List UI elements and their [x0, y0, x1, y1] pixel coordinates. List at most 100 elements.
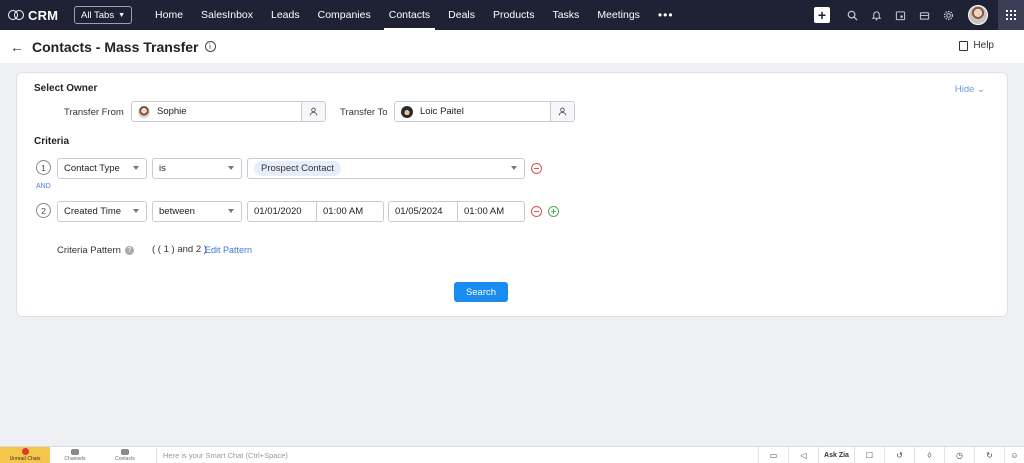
user-picker-icon[interactable]: [301, 102, 325, 121]
to-date-input[interactable]: 01/05/2024: [389, 202, 457, 221]
contacts-label: Contacts: [115, 455, 135, 462]
remove-criteria-2-icon[interactable]: [531, 206, 542, 217]
search-button[interactable]: Search: [454, 282, 508, 302]
tab-home[interactable]: Home: [146, 0, 192, 30]
criteria-pattern-value: ( ( 1 ) and 2 ): [152, 244, 207, 255]
screen-share-icon[interactable]: ▭: [758, 447, 788, 463]
from-date-input[interactable]: 01/01/2020: [248, 202, 316, 221]
chat-icon: [21, 448, 29, 455]
contacts-icon: [121, 448, 129, 455]
crm-logo[interactable]: CRM: [8, 8, 64, 23]
help-label: Help: [973, 40, 994, 51]
bell-icon[interactable]: [864, 0, 888, 30]
bottom-chat-bar: Unread Chats Channels Contacts Here is y…: [0, 446, 1024, 463]
chevron-down-icon: ▼: [118, 11, 126, 19]
zia-icon[interactable]: ◊: [914, 447, 944, 463]
transfer-to-value: Loic Paitel: [420, 106, 464, 117]
tab-salesinbox[interactable]: SalesInbox: [192, 0, 262, 30]
transfer-from-value: Sophie: [157, 106, 187, 117]
channels-label: Channels: [64, 455, 86, 462]
loic-avatar: [401, 105, 413, 118]
help-button[interactable]: Help: [959, 40, 994, 51]
feedback-icon[interactable]: ☺: [1004, 447, 1024, 463]
book-icon: [959, 40, 969, 51]
contacts-chat-button[interactable]: Contacts: [100, 447, 150, 463]
alarm-clock-icon[interactable]: ◷: [944, 447, 974, 463]
chevron-down-icon: ⌄: [977, 84, 985, 95]
select-owner-heading: Select Owner: [34, 83, 98, 94]
criteria-1-value-select[interactable]: Prospect Contact: [247, 158, 525, 179]
criteria-row-number: 1: [36, 160, 51, 175]
all-tabs-label: All Tabs: [81, 9, 115, 21]
chevron-down-icon: [133, 166, 139, 170]
criteria-1-operator-select[interactable]: is: [152, 158, 242, 179]
module-tabs: Home SalesInbox Leads Companies Contacts…: [146, 0, 683, 30]
edit-pattern-link[interactable]: Edit Pattern: [205, 245, 252, 255]
transfer-from-field[interactable]: Sophie: [131, 101, 326, 122]
channels-icon: [71, 448, 79, 455]
question-icon[interactable]: ?: [125, 246, 134, 255]
mass-transfer-card: Select Owner Hide ⌄ Transfer From Sophie…: [16, 72, 1008, 317]
gear-icon[interactable]: [936, 0, 960, 30]
top-navbar: CRM All Tabs ▼ Home SalesInbox Leads Com…: [0, 0, 1024, 30]
tab-meetings[interactable]: Meetings: [588, 0, 649, 30]
criteria-2-operator-value: between: [159, 206, 195, 217]
tab-deals[interactable]: Deals: [439, 0, 484, 30]
create-new-button[interactable]: +: [814, 7, 830, 23]
transfer-to-field[interactable]: Loic Paitel: [394, 101, 575, 122]
remove-criteria-1-icon[interactable]: [531, 163, 542, 174]
chevron-down-icon: [511, 166, 517, 170]
crm-logo-icon: [8, 9, 24, 21]
megaphone-icon[interactable]: ◁: [788, 447, 818, 463]
channels-button[interactable]: Channels: [50, 447, 100, 463]
hide-toggle[interactable]: Hide ⌄: [955, 84, 985, 95]
user-avatar[interactable]: [968, 5, 988, 25]
history-icon[interactable]: ↻: [974, 447, 1004, 463]
ask-zia-button[interactable]: Ask Zia: [818, 447, 854, 463]
tab-leads[interactable]: Leads: [262, 0, 309, 30]
calendar-icon[interactable]: [888, 0, 912, 30]
chevron-down-icon: [228, 166, 234, 170]
undo-icon[interactable]: ↺: [884, 447, 914, 463]
top-right-toolbar: +: [814, 0, 1024, 30]
more-tabs-button[interactable]: •••: [649, 0, 683, 30]
criteria-heading: Criteria: [34, 136, 70, 147]
criteria-1-field-value: Contact Type: [64, 163, 120, 174]
marketplace-icon[interactable]: [912, 0, 936, 30]
criteria-2-from-datetime[interactable]: 01/01/2020 01:00 AM: [247, 201, 384, 222]
app-name: CRM: [28, 7, 59, 23]
criteria-2-to-datetime[interactable]: 01/05/2024 01:00 AM: [388, 201, 525, 222]
prospect-contact-chip: Prospect Contact: [254, 161, 341, 176]
criteria-2-field-select[interactable]: Created Time: [57, 201, 147, 222]
footer-tools: ▭ ◁ Ask Zia ☐ ↺ ◊ ◷ ↻ ☺: [758, 447, 1024, 463]
apps-grid-icon: [1006, 10, 1016, 20]
tab-contacts[interactable]: Contacts: [380, 0, 439, 30]
transfer-from-label: Transfer From: [64, 107, 124, 118]
criteria-2-operator-select[interactable]: between: [152, 201, 242, 222]
from-time-input[interactable]: 01:00 AM: [316, 202, 383, 221]
tab-tasks[interactable]: Tasks: [543, 0, 588, 30]
search-icon[interactable]: [840, 0, 864, 30]
back-arrow-icon[interactable]: ←: [10, 39, 24, 55]
notes-icon[interactable]: ☐: [854, 447, 884, 463]
unread-chats-button[interactable]: Unread Chats: [0, 446, 50, 463]
smart-chat-input[interactable]: Here is your Smart Chat (Ctrl+Space): [156, 447, 764, 463]
info-icon[interactable]: i: [204, 41, 216, 52]
tab-companies[interactable]: Companies: [309, 0, 380, 30]
and-connector[interactable]: AND: [36, 183, 51, 190]
user-picker-icon[interactable]: [550, 102, 574, 121]
tab-products[interactable]: Products: [484, 0, 543, 30]
to-time-input[interactable]: 01:00 AM: [457, 202, 524, 221]
all-tabs-button[interactable]: All Tabs ▼: [74, 6, 133, 24]
unread-chats-label: Unread Chats: [9, 456, 41, 462]
sophie-avatar: [138, 105, 150, 118]
page-header: ← Contacts - Mass Transfer i Help: [0, 30, 1024, 63]
criteria-2-field-value: Created Time: [64, 206, 122, 217]
apps-grid-button[interactable]: [998, 0, 1024, 30]
criteria-1-field-select[interactable]: Contact Type: [57, 158, 147, 179]
criteria-pattern-label: Criteria Pattern: [57, 245, 121, 256]
chevron-down-icon: [228, 209, 234, 213]
criteria-row-number: 2: [36, 203, 51, 218]
add-criteria-icon[interactable]: [548, 206, 559, 217]
page-title: Contacts - Mass Transfer: [32, 38, 199, 55]
